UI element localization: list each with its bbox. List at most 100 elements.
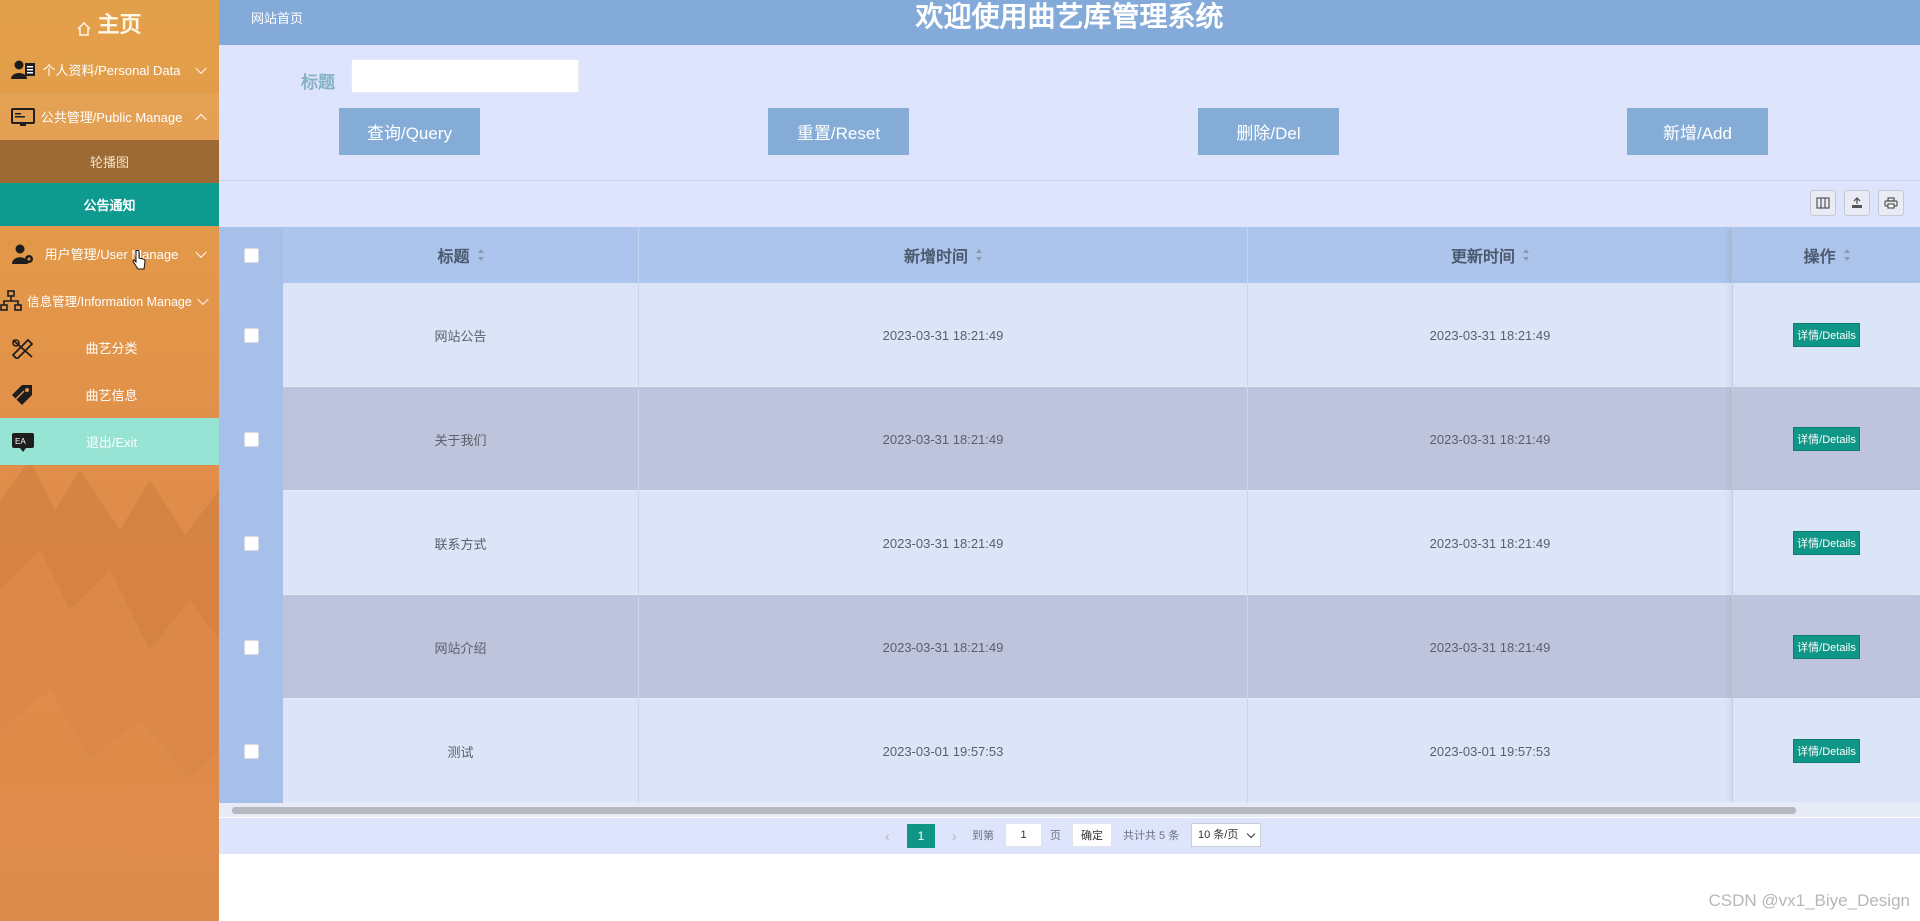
- table-row: 测试 2023-03-01 19:57:53 2023-03-01 19:57:…: [219, 699, 1920, 803]
- pencil-ruler-icon: [10, 337, 36, 360]
- add-button[interactable]: 新增/Add: [1627, 108, 1768, 155]
- cell-updated: 2023-03-31 18:21:49: [1248, 595, 1733, 699]
- details-button[interactable]: 详情/Details: [1793, 739, 1860, 763]
- table-header: 标题 新增时间 更新时间 操作: [219, 227, 1920, 283]
- sidebar-item-personal-data[interactable]: 个人资料/Personal Data: [0, 46, 219, 93]
- chevron-down-icon: [195, 62, 207, 74]
- cell-created: 2023-03-31 18:21:49: [639, 491, 1248, 595]
- column-header-updated[interactable]: 更新时间: [1248, 227, 1733, 283]
- sidebar: 主页 个人资料/Personal Data 公共管理/Public Manage…: [0, 0, 219, 921]
- scrollbar-thumb[interactable]: [232, 807, 1796, 814]
- chevron-down-icon: [195, 246, 207, 258]
- cell-updated: 2023-03-01 19:57:53: [1248, 699, 1733, 803]
- tags-icon: [10, 384, 36, 406]
- cell-actions: 详情/Details: [1733, 699, 1920, 803]
- sidebar-item-label: 曲艺信息: [85, 388, 138, 403]
- cell-created: 2023-03-01 19:57:53: [639, 699, 1248, 803]
- sort-icon[interactable]: [477, 249, 484, 261]
- sort-icon[interactable]: [976, 249, 982, 261]
- row-checkbox[interactable]: [243, 639, 259, 655]
- table-row: 关于我们 2023-03-31 18:21:49 2023-03-31 18:2…: [219, 387, 1920, 491]
- column-header-actions[interactable]: 操作: [1733, 227, 1920, 283]
- details-button[interactable]: 详情/Details: [1793, 531, 1860, 555]
- page-size-select[interactable]: 10 条/页: [1191, 823, 1261, 847]
- cell-title: 联系方式: [283, 491, 639, 595]
- prev-page-icon[interactable]: ‹: [885, 824, 890, 848]
- sidebar-item-label: 信息管理/Information Manage: [27, 295, 192, 309]
- mouse-pointer-icon: [132, 250, 146, 270]
- table-toolbar: [219, 181, 1920, 227]
- sidebar-home[interactable]: 主页: [0, 0, 219, 46]
- chevron-down-icon: [1246, 829, 1256, 839]
- reset-button[interactable]: 重置/Reset: [768, 108, 909, 155]
- horizontal-scrollbar[interactable]: [219, 803, 1920, 817]
- goto-confirm-button[interactable]: 确定: [1072, 823, 1112, 847]
- sidebar-item-label: 用户管理/User Manage: [44, 247, 179, 262]
- column-header-label: 更新时间: [1450, 249, 1515, 266]
- submenu-public-manage: 轮播图 公告通知: [0, 140, 219, 226]
- sidebar-item-label: 退出/Exit: [85, 435, 138, 450]
- row-checkbox-cell: [219, 283, 283, 387]
- print-icon[interactable]: [1878, 190, 1904, 216]
- row-checkbox-cell: [219, 595, 283, 699]
- sidebar-item-public-manage[interactable]: 公共管理/Public Manage: [0, 93, 219, 140]
- header-checkbox-cell: [219, 227, 283, 283]
- cell-actions: 详情/Details: [1733, 387, 1920, 491]
- search-title-input[interactable]: [351, 59, 579, 93]
- cell-title: 测试: [283, 699, 639, 803]
- row-checkbox[interactable]: [243, 327, 259, 343]
- cell-title: 网站介绍: [283, 595, 639, 699]
- goto-page-input[interactable]: 1: [1005, 823, 1042, 847]
- data-table: 标题 新增时间 更新时间 操作 网站公告 2023-03-31 18:21:49…: [219, 227, 1920, 803]
- row-checkbox[interactable]: [243, 743, 259, 759]
- user-gear-icon: [10, 243, 36, 265]
- columns-icon[interactable]: [1810, 190, 1836, 216]
- search-panel: 标题 查询/Query 重置/Reset 删除/Del 新增/Add: [219, 45, 1920, 181]
- sort-icon[interactable]: [1523, 249, 1529, 261]
- column-header-label: 新增时间: [903, 249, 968, 266]
- search-title-label: 标题: [301, 73, 335, 92]
- delete-button[interactable]: 删除/Del: [1198, 108, 1339, 155]
- sidebar-item-label: 个人资料/Personal Data: [42, 63, 181, 78]
- chevron-up-icon: [195, 113, 207, 125]
- mountain-background: [0, 460, 219, 921]
- watermark: CSDN @vx1_Biye_Design: [1708, 891, 1910, 910]
- details-button[interactable]: 详情/Details: [1793, 323, 1860, 347]
- submenu-item-carousel[interactable]: 轮播图: [0, 140, 219, 183]
- table-row: 网站公告 2023-03-31 18:21:49 2023-03-31 18:2…: [219, 283, 1920, 387]
- submenu-item-announcements[interactable]: 公告通知: [0, 183, 219, 226]
- cell-created: 2023-03-31 18:21:49: [639, 387, 1248, 491]
- next-page-icon[interactable]: ›: [952, 824, 957, 848]
- sidebar-item-label: 公共管理/Public Manage: [40, 110, 183, 125]
- goto-suffix: 页: [1050, 830, 1061, 842]
- top-bar: 网站首页 欢迎使用曲艺库管理系统: [219, 0, 1920, 45]
- pagination: ‹ 1 › 到第 1 页 确定 共计共 5 条 10 条/页: [219, 818, 1920, 854]
- submenu-item-label: 轮播图: [89, 155, 129, 170]
- details-button[interactable]: 详情/Details: [1793, 427, 1860, 451]
- cell-title: 关于我们: [283, 387, 639, 491]
- table-row: 联系方式 2023-03-31 18:21:49 2023-03-31 18:2…: [219, 491, 1920, 595]
- row-checkbox[interactable]: [243, 431, 259, 447]
- monitor-icon: [10, 106, 36, 128]
- sort-icon[interactable]: [1843, 249, 1850, 261]
- exit-chat-icon: EA: [10, 431, 36, 453]
- page-number-current[interactable]: 1: [907, 824, 935, 848]
- column-header-created[interactable]: 新增时间: [639, 227, 1248, 283]
- column-header-title[interactable]: 标题: [283, 227, 639, 283]
- query-button[interactable]: 查询/Query: [339, 108, 480, 155]
- sidebar-item-quyi-info[interactable]: 曲艺信息: [0, 371, 219, 418]
- sidebar-item-exit[interactable]: EA 退出/Exit: [0, 418, 219, 465]
- submenu-item-label: 公告通知: [83, 198, 136, 213]
- details-button[interactable]: 详情/Details: [1793, 635, 1860, 659]
- export-icon[interactable]: [1844, 190, 1870, 216]
- select-all-checkbox[interactable]: [243, 247, 259, 263]
- column-header-label: 标题: [437, 249, 470, 266]
- sidebar-item-quyi-category[interactable]: 曲艺分类: [0, 324, 219, 371]
- goto-prefix: 到第: [972, 830, 994, 842]
- sidebar-item-user-manage[interactable]: 用户管理/User Manage: [0, 230, 219, 277]
- cell-actions: 详情/Details: [1733, 595, 1920, 699]
- sidebar-item-information-manage[interactable]: 信息管理/Information Manage: [0, 277, 219, 324]
- row-checkbox[interactable]: [243, 535, 259, 551]
- column-header-label: 操作: [1803, 249, 1836, 266]
- table-row: 网站介绍 2023-03-31 18:21:49 2023-03-31 18:2…: [219, 595, 1920, 699]
